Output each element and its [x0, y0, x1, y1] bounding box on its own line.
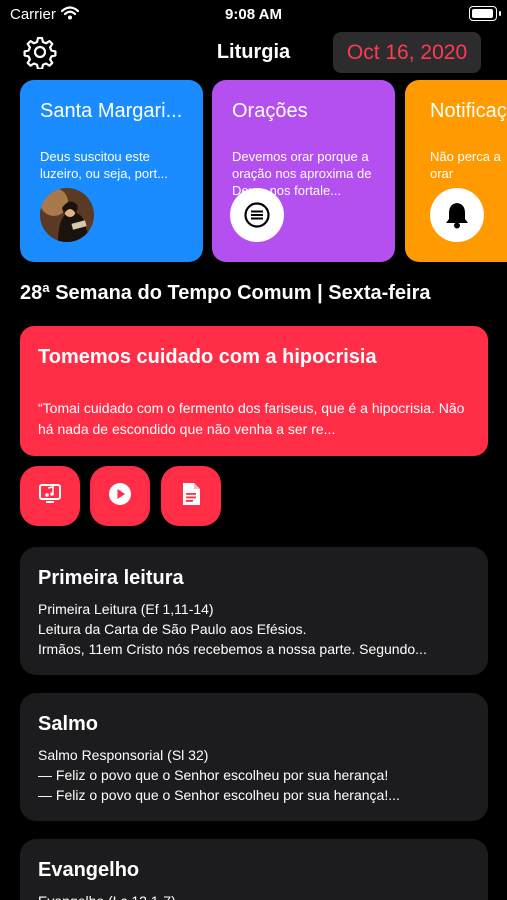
- liturgical-week-title: 28ª Semana do Tempo Comum | Sexta-feira: [20, 282, 431, 304]
- document-icon: [181, 482, 201, 511]
- saint-card[interactable]: Santa Margari... Deus suscitou este luze…: [20, 80, 203, 262]
- notifications-card[interactable]: Notificaç Não perca a orar: [405, 80, 507, 262]
- reading-text: Evangelho (Lc 12,1-7): [38, 891, 464, 900]
- reading-title: Evangelho: [38, 859, 140, 881]
- card-title: Santa Margari...: [40, 100, 183, 122]
- gospel-title: Tomemos cuidado com a hipocrisia: [38, 346, 377, 368]
- reading-line: Evangelho (Lc 12,1-7): [38, 891, 464, 900]
- play-icon: [108, 482, 132, 511]
- gospel-reading-card[interactable]: Evangelho Evangelho (Lc 12,1-7): [20, 839, 488, 900]
- reading-line: Leitura da Carta de São Paulo aos Efésio…: [38, 621, 307, 637]
- reading-text: Salmo Responsorial (Sl 32) — Feliz o pov…: [38, 745, 464, 805]
- psalm-card[interactable]: Salmo Salmo Responsorial (Sl 32) — Feliz…: [20, 693, 488, 821]
- featured-cards[interactable]: Santa Margari... Deus suscitou este luze…: [0, 80, 507, 262]
- reading-title: Salmo: [38, 713, 99, 735]
- gospel-highlight-card[interactable]: Tomemos cuidado com a hipocrisia “Tomai …: [20, 326, 488, 456]
- list-icon: [230, 188, 284, 242]
- first-reading-card[interactable]: Primeira leitura Primeira Leitura (Ef 1,…: [20, 547, 488, 675]
- reading-text: Primeira Leitura (Ef 1,11-14) Leitura da…: [38, 599, 464, 659]
- gospel-quote: “Tomai cuidado com o fermento dos farise…: [38, 400, 465, 437]
- battery-fill: [472, 9, 493, 18]
- battery-icon: [469, 6, 501, 21]
- reading-line: — Feliz o povo que o Senhor escolheu por…: [38, 767, 389, 783]
- card-title: Orações: [232, 100, 308, 122]
- play-button[interactable]: [90, 466, 150, 526]
- date-button[interactable]: Oct 16, 2020: [333, 32, 481, 73]
- prayers-card[interactable]: Orações Devemos orar porque a oração nos…: [212, 80, 395, 262]
- status-time: 9:08 AM: [225, 6, 282, 23]
- document-button[interactable]: [161, 466, 221, 526]
- reading-line: — Feliz o povo que o Senhor escolheu por…: [38, 787, 400, 803]
- bell-icon: [430, 188, 484, 242]
- saint-portrait: [40, 188, 94, 242]
- reading-title: Primeira leitura: [38, 567, 184, 589]
- card-title: Notificaç: [430, 100, 507, 122]
- tv-music-button[interactable]: [20, 466, 80, 526]
- status-bar: Carrier 9:08 AM: [0, 0, 507, 28]
- card-text: Deus suscitou este luzeiro, ou seja, por…: [40, 149, 168, 181]
- reading-line: Irmãos, 11em Cristo nós recebemos a noss…: [38, 641, 427, 657]
- reading-line: Primeira Leitura (Ef 1,11-14): [38, 601, 214, 617]
- nav-bar: Liturgia Oct 16, 2020: [0, 28, 507, 78]
- card-text: Não perca a orar: [430, 149, 501, 181]
- tv-music-icon: [38, 483, 62, 510]
- reading-line: Salmo Responsorial (Sl 32): [38, 747, 209, 763]
